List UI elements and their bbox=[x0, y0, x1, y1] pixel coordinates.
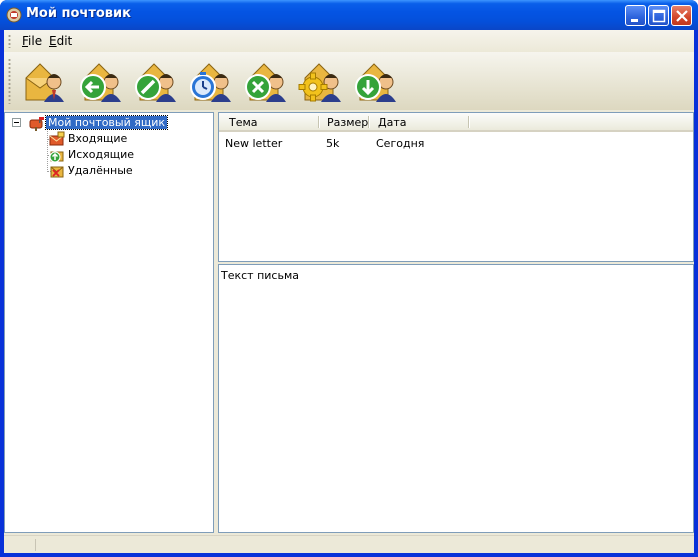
column-divider[interactable] bbox=[468, 116, 469, 128]
receive-button[interactable] bbox=[350, 56, 400, 106]
column-header-size[interactable]: Размер bbox=[327, 116, 368, 129]
delete-x-icon bbox=[245, 63, 286, 102]
tree-collapse-toggle[interactable] bbox=[12, 118, 21, 127]
title-bar[interactable]: Мой почтовик bbox=[0, 0, 698, 30]
tree-item-deleted[interactable]: Удалённые bbox=[49, 163, 199, 179]
app-window: Мой почтовик File Edit Мой почтовый ящик… bbox=[0, 0, 698, 557]
list-header: Тема Размер Дата bbox=[219, 113, 693, 132]
tree-item-mailbox-label: Мой почтовый ящик bbox=[44, 115, 169, 130]
reply-button[interactable] bbox=[75, 56, 125, 106]
compose-button[interactable] bbox=[130, 56, 180, 106]
message-preview[interactable]: Текст письма bbox=[218, 264, 694, 533]
open-envelope-user-icon bbox=[25, 63, 64, 102]
open-mail-button[interactable] bbox=[20, 56, 70, 106]
minimize-icon bbox=[631, 19, 638, 22]
preview-text: Текст письма bbox=[221, 269, 299, 282]
message-list[interactable]: Тема Размер Дата New letter 5k Сегодня bbox=[218, 112, 694, 262]
client-area: File Edit Мой почтовый ящик Входящие Исх… bbox=[4, 30, 694, 553]
settings-button[interactable] bbox=[295, 56, 345, 106]
toolbar-grip[interactable] bbox=[8, 58, 11, 104]
settings-gear-icon bbox=[298, 63, 341, 102]
close-button[interactable] bbox=[671, 5, 692, 26]
column-header-date[interactable]: Дата bbox=[378, 116, 406, 129]
menu-edit-label: dit bbox=[56, 34, 73, 48]
cell-subject: New letter bbox=[225, 137, 283, 150]
status-panel bbox=[6, 539, 36, 551]
compose-pencil-icon bbox=[135, 63, 176, 102]
tree-item-deleted-label: Удалённые bbox=[68, 164, 133, 177]
download-arrow-icon bbox=[355, 63, 396, 102]
close-icon bbox=[676, 10, 688, 22]
reply-back-arrow-icon bbox=[80, 63, 121, 102]
schedule-clock-icon bbox=[190, 63, 231, 102]
folder-tree[interactable]: Мой почтовый ящик Входящие Исходящие Уда… bbox=[4, 112, 214, 533]
tree-item-inbox-label: Входящие bbox=[68, 132, 128, 145]
cell-size: 5k bbox=[326, 137, 340, 150]
maximize-icon bbox=[652, 9, 666, 23]
mail-app-icon bbox=[6, 7, 22, 23]
inbox-icon bbox=[49, 131, 65, 146]
tree-item-mailbox[interactable]: Мой почтовый ящик bbox=[29, 115, 209, 131]
cell-date: Сегодня bbox=[376, 137, 425, 150]
mailbox-icon bbox=[29, 117, 44, 131]
tree-item-inbox[interactable]: Входящие bbox=[49, 131, 199, 147]
menu-file[interactable]: File bbox=[22, 34, 42, 48]
outbox-icon bbox=[49, 151, 64, 163]
minimize-button[interactable] bbox=[625, 5, 646, 26]
menu-bar: File Edit bbox=[4, 30, 694, 52]
deleted-icon bbox=[50, 166, 64, 178]
tree-connector bbox=[47, 131, 48, 172]
window-title: Мой почтовик bbox=[26, 6, 131, 21]
menubar-grip[interactable] bbox=[8, 34, 11, 48]
column-header-subject[interactable]: Тема bbox=[229, 116, 258, 129]
tree-item-outbox[interactable]: Исходящие bbox=[49, 147, 199, 163]
tree-item-outbox-label: Исходящие bbox=[68, 148, 135, 161]
menu-file-label: ile bbox=[28, 34, 43, 48]
schedule-button[interactable] bbox=[185, 56, 235, 106]
toolbar bbox=[4, 52, 694, 110]
column-divider[interactable] bbox=[318, 116, 319, 128]
column-divider[interactable] bbox=[368, 116, 369, 128]
status-bar bbox=[4, 535, 694, 553]
menu-edit-accel: E bbox=[49, 34, 57, 48]
maximize-button[interactable] bbox=[648, 5, 669, 26]
menu-edit[interactable]: Edit bbox=[49, 34, 72, 48]
delete-button[interactable] bbox=[240, 56, 290, 106]
